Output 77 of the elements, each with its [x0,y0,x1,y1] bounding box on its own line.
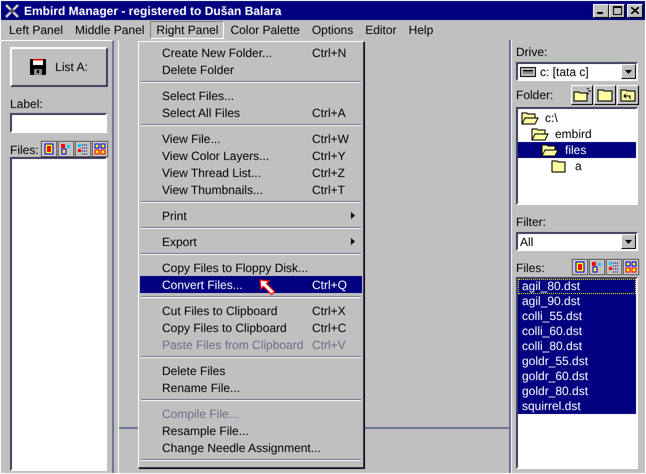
label-input-field[interactable] [10,113,107,133]
drive-dropdown[interactable]: c: [tata c] [516,62,638,81]
new-folder-icon [573,88,591,102]
menu-item[interactable]: Copy Files to Floppy Disk... [140,259,362,276]
file-list-item[interactable]: colli_80.dst [518,339,636,354]
file-list-item[interactable]: goldr_55.dst [518,354,636,369]
single-view-icon[interactable] [41,141,57,157]
menu-item[interactable]: Delete Files [140,362,362,379]
thumbnail-view-icon[interactable] [623,259,639,275]
files-caption: Files: [516,261,545,275]
list-view-icon[interactable] [606,259,622,275]
file-list-item[interactable]: agil_90.dst [518,294,636,309]
file-list-item[interactable]: squirrel.dst [518,399,636,414]
folder-caption: Folder: [516,88,554,102]
window-title: Embird Manager - registered to Dušan Balara [24,4,282,18]
drive-caption: Drive: [516,45,548,59]
close-button[interactable] [627,4,643,18]
folder-tree-item[interactable]: c:\ [542,111,561,125]
menu-item[interactable]: Create New Folder... Ctrl+N [140,44,362,61]
thumbnail-view-icon[interactable] [92,141,108,157]
minimize-button[interactable] [593,4,609,18]
menu-item[interactable]: Resample File... [140,422,362,439]
menu-item[interactable]: Select Files... [140,87,362,104]
menu-item[interactable]: Middle Panel [69,21,150,39]
file-list-item[interactable]: agil_80.dst [518,279,636,294]
menu-item[interactable]: Help [402,21,440,39]
maximize-icon [612,6,622,15]
menu-item[interactable]: Export [140,233,362,250]
menu-item[interactable]: View File... Ctrl+W [140,130,362,147]
menu-item[interactable]: Options [306,21,360,39]
menu-item[interactable]: Color Palette [224,21,306,39]
menu-item[interactable]: Change Needle Assignment... [140,439,362,456]
menu-item[interactable]: View Color Layers... Ctrl+Y [140,147,362,164]
file-list[interactable] [10,157,107,471]
submenu-arrow-icon [351,238,355,245]
submenu-arrow-icon [351,212,355,219]
filter-dropdown[interactable]: All [516,232,638,251]
folder-icon [597,88,613,102]
menu-item[interactable]: Left Panel [3,21,70,39]
list-view-icon[interactable] [75,141,91,157]
menu-item[interactable]: Cut Files to Clipboard Ctrl+X [140,302,362,319]
up-folder-button[interactable] [617,85,639,105]
single-view-icon[interactable] [572,259,588,275]
app-icon [4,2,20,18]
new-folder-button[interactable] [571,85,593,105]
folder-tree-item[interactable]: embird [552,127,595,141]
menu-item[interactable]: Convert Files... Ctrl+Q [140,276,362,293]
menu-item[interactable]: View Thumbnails... Ctrl+T [140,181,362,198]
menu-item[interactable]: View Thread List... Ctrl+Z [140,164,362,181]
file-list-item[interactable]: colli_55.dst [518,309,636,324]
menu-item[interactable]: Copy Files to Clipboard Ctrl+C [140,319,362,336]
files-caption: Files: [10,143,39,157]
file-list-item[interactable]: goldr_80.dst [518,384,636,399]
file-list-item[interactable]: goldr_60.dst [518,369,636,384]
filter-caption: Filter: [516,215,547,229]
color-view-icon[interactable] [58,141,74,157]
menu-item[interactable]: Select All Files Ctrl+A [140,104,362,121]
folder-icon [531,128,549,140]
drive-icon [520,66,536,76]
folder-tree-item[interactable]: a [572,159,585,173]
file-list-item[interactable]: colli_60.dst [518,324,636,339]
list-button[interactable]: List A: [10,47,108,87]
folder-icon [541,144,559,156]
folder-icon [521,112,539,124]
folder-button[interactable] [594,85,616,105]
menu-item[interactable]: Editor [359,21,403,39]
menu-item[interactable]: Right Panel [150,21,224,39]
dropdown-arrow-icon [625,240,632,244]
menu-item[interactable]: Rename File... [140,379,362,396]
maximize-button[interactable] [609,4,625,18]
dropdown-arrow-icon [625,70,632,74]
label-caption: Label: [10,97,44,111]
menu-item[interactable]: Print [140,207,362,224]
up-folder-icon [620,88,636,102]
menu-item[interactable]: Delete Folder [140,61,362,78]
color-view-icon[interactable] [589,259,605,275]
close-icon [631,7,639,14]
